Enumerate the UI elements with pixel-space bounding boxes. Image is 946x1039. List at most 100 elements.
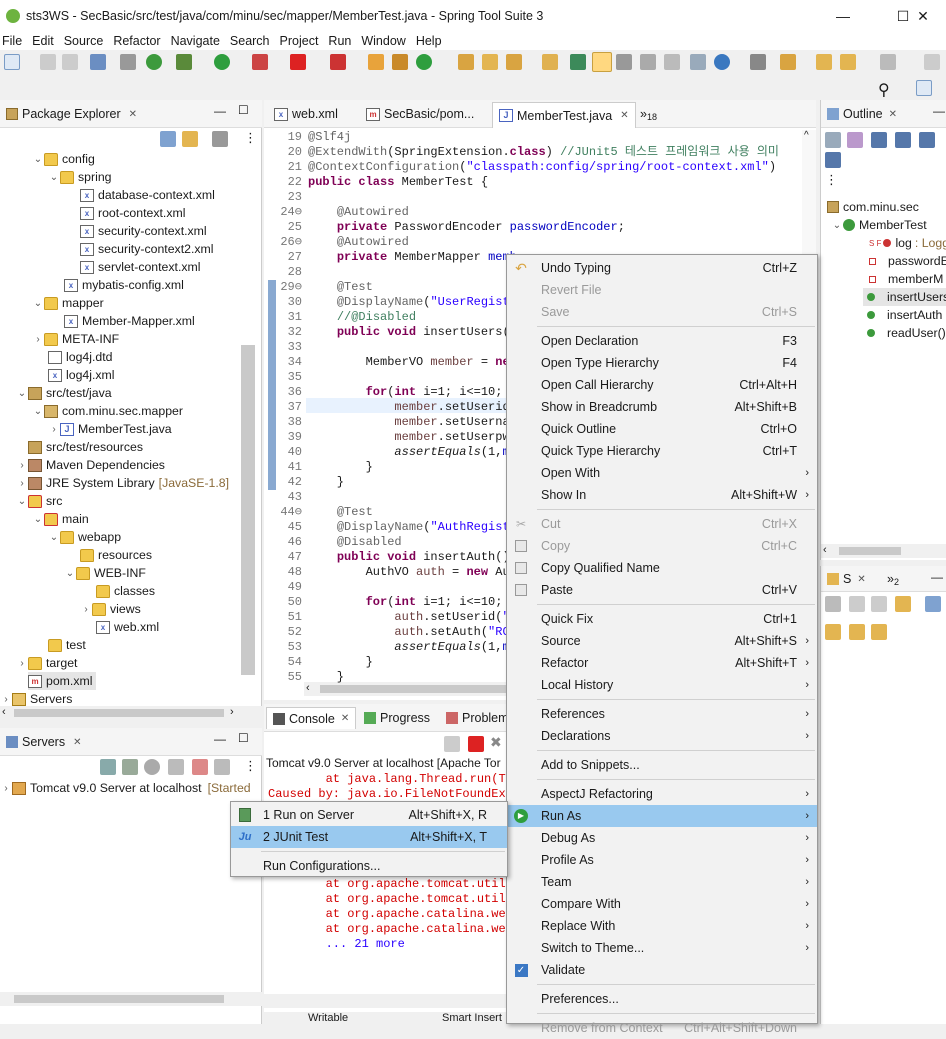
prev-edit-icon[interactable] <box>750 54 766 70</box>
debug-icon[interactable] <box>176 54 192 70</box>
open-perspective-icon[interactable] <box>916 80 932 96</box>
expand-icon[interactable]: ⌄ <box>32 514 44 525</box>
code-line[interactable]: 49 <box>270 580 308 595</box>
code-line[interactable]: 48 AuthVO auth = new Aut <box>270 565 517 580</box>
code-line[interactable]: 45 @DisplayName("AuthRegiste <box>270 520 517 535</box>
scroll-left-icon[interactable]: ‹ <box>2 706 6 718</box>
outline-item[interactable]: passwordE <box>869 252 946 270</box>
collapse-icon[interactable]: › <box>32 334 44 345</box>
menu-window[interactable]: Window <box>359 34 413 48</box>
profile-server-icon[interactable] <box>168 759 184 775</box>
scroll-thumb[interactable] <box>320 685 520 693</box>
menu-item-replace-with[interactable]: Replace With › <box>507 915 817 937</box>
outline-item[interactable]: com.minu.sec <box>827 198 919 216</box>
tree-item[interactable]: ⌄ mapper <box>32 294 104 312</box>
tree-item[interactable]: x database-context.xml <box>80 186 215 204</box>
pin-console-icon[interactable] <box>444 736 460 752</box>
code-line[interactable]: 33 <box>270 340 308 355</box>
outline-item[interactable]: memberM <box>869 270 943 288</box>
vertical-scrollbar[interactable] <box>241 345 255 675</box>
menu-item-copy[interactable]: Copy Ctrl+C <box>507 535 817 557</box>
open-folder-icon[interactable] <box>542 54 558 70</box>
code-line[interactable]: 35 <box>270 370 308 385</box>
pilcrow-icon[interactable] <box>664 54 680 70</box>
view-menu-icon[interactable]: ⋮ <box>244 758 257 774</box>
sort-icon[interactable] <box>825 132 841 148</box>
tree-item[interactable]: x security-context2.xml <box>80 240 214 258</box>
tree-item-selected[interactable]: m pom.xml <box>28 672 97 690</box>
scroll-thumb[interactable] <box>14 995 224 1003</box>
menu-item-run-configurations[interactable]: Run Configurations... <box>231 855 507 877</box>
collapse-icon[interactable]: › <box>48 424 60 435</box>
minimize-panel-icon[interactable]: — <box>214 104 226 118</box>
code-line[interactable]: 21 @ContextConfiguration("classpath:confi… <box>270 160 777 175</box>
menu-item-paste[interactable]: Paste Ctrl+V <box>507 579 817 601</box>
tree-item[interactable]: ⌄ WEB-INF <box>64 564 146 582</box>
search-icon[interactable]: ⚲ <box>878 80 890 100</box>
menu-item-cut[interactable]: ✂ Cut Ctrl+X <box>507 513 817 535</box>
menu-item-profile-as[interactable]: Profile As › <box>507 849 817 871</box>
expand-icon[interactable]: ⌄ <box>831 220 843 231</box>
expand-icon[interactable]: ⌄ <box>48 172 60 183</box>
code-line[interactable]: 22 public class MemberTest { <box>270 175 488 190</box>
code-line[interactable]: 54 } <box>270 655 373 670</box>
new-class-icon[interactable] <box>416 54 432 70</box>
close-tab-icon[interactable]: ✕ <box>129 109 137 120</box>
expand-icon[interactable]: ⌄ <box>16 388 28 399</box>
menu-item-aspectj-refactoring[interactable]: AspectJ Refactoring › <box>507 783 817 805</box>
menu-item-references[interactable]: References › <box>507 703 817 725</box>
hide-nonpublic-icon[interactable] <box>919 132 935 148</box>
horizontal-scrollbar[interactable]: ‹ › <box>0 706 262 720</box>
menu-item-open-call-hierarchy[interactable]: Open Call Hierarchy Ctrl+Alt+H <box>507 374 817 396</box>
tree-item[interactable]: › Maven Dependencies <box>16 456 165 474</box>
menu-item-2-junit-test[interactable]: Ju 2 JUnit Test Alt+Shift+X, T <box>231 826 507 848</box>
terminate-icon[interactable] <box>468 736 484 752</box>
tree-item[interactable]: src/test/resources <box>28 438 143 456</box>
tree-item[interactable]: x Member-Mapper.xml <box>64 312 195 330</box>
menu-item-local-history[interactable]: Local History › <box>507 674 817 696</box>
tree-item[interactable]: › JRE System Library [JavaSE-1.8] <box>16 474 229 492</box>
close-tab-icon[interactable]: ✕ <box>341 713 349 724</box>
close-tab-icon[interactable]: ✕ <box>889 109 897 120</box>
hide-local-types-icon[interactable] <box>825 152 841 168</box>
tree-item[interactable]: x servlet-context.xml <box>80 258 201 276</box>
stop-server-icon[interactable] <box>192 759 208 775</box>
hide-fields-icon[interactable] <box>871 132 887 148</box>
forward-icon[interactable] <box>880 54 896 70</box>
expand-icon[interactable]: ⌄ <box>16 496 28 507</box>
minimize-button[interactable]: — <box>820 0 866 32</box>
tab-package-explorer[interactable]: Package Explorer ✕ <box>0 103 143 125</box>
tree-item[interactable]: x web.xml <box>96 618 159 636</box>
menu-item-open-type-hierarchy[interactable]: Open Type Hierarchy F4 <box>507 352 817 374</box>
external-tools-icon[interactable] <box>252 54 268 70</box>
debug-server-icon[interactable] <box>122 759 138 775</box>
code-line[interactable]: 40 assertEquals(1,me <box>270 445 517 460</box>
run-icon[interactable] <box>214 54 230 70</box>
code-line[interactable]: 32 public void insertUsers() <box>270 325 517 340</box>
outline-item[interactable]: S F log: Logg <box>869 234 946 252</box>
collapse-icon[interactable]: › <box>0 783 12 794</box>
menu-item-debug-as[interactable]: Debug As › <box>507 827 817 849</box>
outline-item[interactable]: insertAuth <box>867 306 942 324</box>
alpha-sort-icon[interactable] <box>847 132 863 148</box>
tree-item[interactable]: › views <box>80 600 140 618</box>
search-tool-icon[interactable] <box>506 54 522 70</box>
new-icon[interactable] <box>4 54 20 70</box>
code-line[interactable]: 19 @Slf4j <box>270 130 352 145</box>
highlight-icon[interactable] <box>592 52 612 72</box>
menu-item-run-as[interactable]: ▶ Run As › <box>507 805 817 827</box>
menu-item-remove-from-context[interactable]: Remove from Context Ctrl+Alt+Shift+Down <box>507 1017 817 1039</box>
menu-item-source[interactable]: Source Alt+Shift+S › <box>507 630 817 652</box>
horizontal-scrollbar[interactable]: ‹ <box>821 544 946 558</box>
code-line[interactable]: 29⊖ @Test <box>270 280 372 295</box>
home-icon[interactable] <box>825 596 841 612</box>
menu-item-save[interactable]: Save Ctrl+S <box>507 301 817 323</box>
open-task-icon[interactable] <box>482 54 498 70</box>
code-line[interactable]: 30 @DisplayName("UserRegiste <box>270 295 517 310</box>
tab-pom[interactable]: m SecBasic/pom... <box>360 103 480 125</box>
tab-overflow[interactable]: » 18 <box>634 103 663 125</box>
tree-item[interactable]: x log4j.xml <box>48 366 115 384</box>
code-line[interactable]: 47 public void insertAuth() <box>270 550 510 565</box>
menu-file[interactable]: File <box>0 34 30 48</box>
menu-item-refactor[interactable]: Refactor Alt+Shift+T › <box>507 652 817 674</box>
